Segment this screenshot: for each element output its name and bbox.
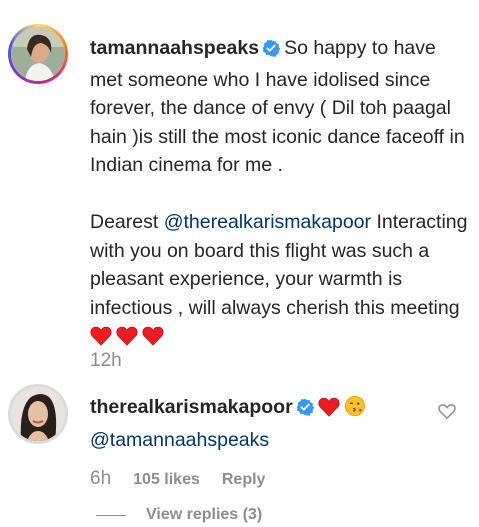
view-replies-label[interactable]: View replies (3) [146, 506, 262, 524]
likes-count-button[interactable]: 105 likes [133, 471, 200, 489]
view-replies-button[interactable]: View replies (3) [96, 506, 262, 524]
like-heart-icon[interactable] [438, 403, 456, 425]
reply-button[interactable]: Reply [222, 471, 266, 489]
face-blowing-kiss-emoji-icon [344, 395, 366, 426]
comment-1-meta: 12h [90, 350, 122, 372]
divider-line [96, 514, 126, 516]
verified-badge-icon [296, 396, 314, 425]
comment-2-text: therealkarismakapoor @tamannaahspeaks [90, 393, 430, 454]
avatar-therealkarismakapoor[interactable] [8, 384, 68, 444]
red-heart-emoji-icon [318, 397, 340, 426]
comment-timestamp[interactable]: 12h [90, 350, 122, 371]
avatar-tamannaahspeaks[interactable] [8, 24, 68, 84]
mention-link[interactable]: @therealkarismakapoor [164, 211, 371, 233]
verified-badge-icon [262, 37, 281, 66]
profile-photo [11, 27, 65, 81]
comment-body-prefix: Dearest [90, 211, 159, 233]
red-heart-emoji-icon [142, 326, 164, 355]
profile-photo [11, 387, 65, 441]
comment-username[interactable]: tamannaahspeaks [90, 37, 259, 59]
comment-2-meta: 6h 105 likes Reply [90, 468, 265, 490]
comment-username[interactable]: therealkarismakapoor [90, 396, 293, 418]
comment-1-text: tamannaahspeaks So happy to have met some… [90, 34, 470, 355]
comment-timestamp[interactable]: 6h [90, 468, 111, 490]
mention-link[interactable]: @tamannaahspeaks [90, 429, 269, 451]
